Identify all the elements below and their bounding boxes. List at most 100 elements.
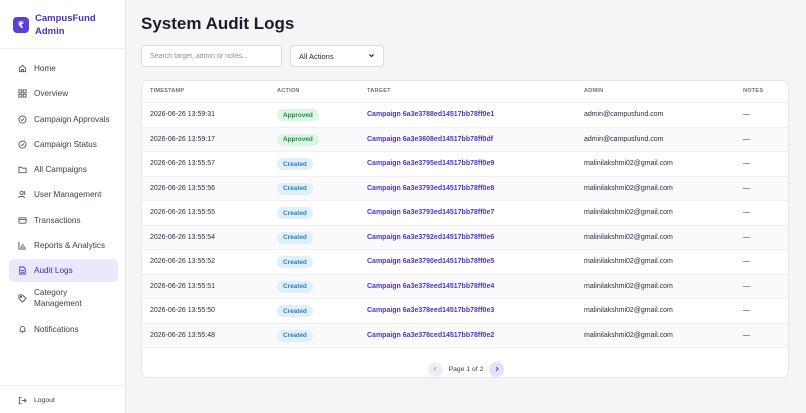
- action-badge: Created: [277, 158, 313, 170]
- logout-button[interactable]: Logout: [18, 396, 55, 405]
- action-badge: Created: [277, 231, 313, 244]
- notes-cell: —: [743, 331, 750, 339]
- column-header-admin: ADMIN: [584, 88, 604, 94]
- table-row: 2026-06-26 13:55:52 Created Campaign 6a3e3…: [142, 250, 788, 275]
- notes-cell: —: [743, 111, 750, 118]
- sidebar-item-overview[interactable]: Overview: [9, 82, 118, 105]
- sidebar-item-home[interactable]: Home: [9, 57, 118, 80]
- notes-cell: —: [743, 135, 750, 143]
- chevron-down-icon: [368, 52, 375, 61]
- bar-chart-icon: [18, 241, 27, 250]
- brand[interactable]: ₹ CampusFund Admin: [13, 12, 118, 38]
- admin-cell: malinilakshmi02@gmail.com: [584, 282, 673, 290]
- admin-cell: malinilakshmi02@gmail.com: [584, 184, 673, 192]
- brand-name: CampusFund Admin: [35, 12, 96, 38]
- chevron-left-icon: [433, 366, 437, 372]
- table-row: 2026-06-26 13:59:31 Approved Campaign 6a3e…: [142, 103, 788, 128]
- table-row: 2026-06-26 13:55:54 Created Campaign 6a3e3…: [142, 225, 788, 250]
- brand-name-line2: Admin: [35, 26, 65, 37]
- target-link[interactable]: Campaign 6a3e378eed14517bb78ff0e4: [367, 283, 494, 290]
- admin-cell: malinilakshmi02@gmail.com: [584, 258, 673, 265]
- timestamp-cell: 2026-06-26 13:55:50: [150, 307, 215, 314]
- sidebar-item-campaign-status[interactable]: Campaign Status: [9, 133, 118, 156]
- sidebar-item-all-campaigns[interactable]: All Campaigns: [9, 158, 118, 181]
- timestamp-cell: 2026-06-26 13:55:57: [150, 160, 215, 167]
- main-content: System Audit Logs All Actions TIMESTAMP …: [126, 0, 806, 413]
- target-link[interactable]: Campaign 6a3e3792ed14517bb78ff0e6: [367, 234, 494, 241]
- timestamp-cell: 2026-06-26 13:55:52: [150, 258, 215, 265]
- timestamp-cell: 2026-06-26 13:55:55: [150, 209, 215, 216]
- label-line: Management: [34, 299, 82, 309]
- audit-log-table: TIMESTAMP ACTION TARGET ADMIN NOTES 2026…: [141, 80, 789, 378]
- admin-cell: malinilakshmi02@gmail.com: [584, 233, 673, 241]
- action-badge: Created: [277, 329, 313, 342]
- tag-icon: [18, 294, 27, 303]
- admin-cell: admin@campusfund.com: [584, 135, 664, 143]
- folder-icon: [18, 165, 27, 174]
- search-input[interactable]: [141, 45, 282, 67]
- table-row: 2026-06-26 13:55:55 Created Campaign 6a3e3…: [142, 201, 788, 226]
- timestamp-cell: 2026-06-26 13:59:17: [150, 135, 215, 143]
- action-badge: Created: [277, 207, 313, 219]
- grid-icon: [18, 89, 27, 98]
- action-badge: Created: [277, 256, 313, 268]
- notes-cell: —: [743, 160, 750, 167]
- target-link[interactable]: Campaign 6a3e378ced14517bb78ff0e2: [367, 332, 494, 339]
- action-badge: Created: [277, 182, 313, 195]
- sidebar-item-label: Home: [34, 64, 56, 73]
- sidebar-item-label: Campaign Status: [34, 139, 97, 149]
- target-link[interactable]: Campaign 6a3e3793ed14517bb78ff0e8: [367, 185, 494, 192]
- sidebar-item-label: Campaign Approvals: [34, 114, 110, 124]
- action-badge: Approved: [277, 109, 319, 121]
- target-link[interactable]: Campaign 6a3e3793ed14517bb78ff0e7: [367, 209, 494, 216]
- notes-cell: —: [743, 233, 750, 241]
- chevron-right-icon: [495, 366, 499, 372]
- action-badge: Created: [277, 280, 313, 293]
- sidebar-item-campaign-approvals[interactable]: Campaign Approvals: [9, 108, 118, 131]
- sidebar-item-audit-logs[interactable]: Audit Logs: [9, 259, 118, 283]
- target-link[interactable]: Campaign 6a3e3608ed14517bb78ff0df: [367, 136, 493, 143]
- pagination: Page 1 of 2: [142, 361, 788, 377]
- timestamp-cell: 2026-06-26 13:55:56: [150, 184, 215, 192]
- next-page-button[interactable]: [489, 361, 505, 377]
- admin-cell: admin@campusfund.com: [584, 111, 664, 118]
- logout-icon: [18, 396, 27, 405]
- prev-page-button[interactable]: [427, 361, 443, 377]
- bell-icon: [18, 325, 27, 334]
- sidebar-item-reports-analytics[interactable]: Reports & Analytics: [9, 234, 118, 257]
- sidebar-item-notifications[interactable]: Notifications: [9, 318, 118, 341]
- check-circle-icon: [18, 140, 27, 149]
- column-header-target: TARGET: [367, 88, 391, 94]
- rupee-logo-icon: ₹: [13, 17, 29, 33]
- target-link[interactable]: Campaign 6a3e378eed14517bb78ff0e3: [367, 307, 494, 314]
- sidebar-item-transactions[interactable]: Transactions: [9, 209, 118, 232]
- logout-label: Logout: [34, 397, 55, 404]
- document-icon: [18, 266, 27, 275]
- page-title: System Audit Logs: [141, 14, 295, 33]
- sidebar-item-category-management[interactable]: Category Management: [9, 285, 118, 312]
- home-icon: [18, 64, 27, 73]
- check-circle-icon: [18, 115, 27, 124]
- table-row: 2026-06-26 13:55:50 Created Campaign 6a3e3…: [142, 299, 788, 324]
- table-row: 2026-06-26 13:59:17 Approved Campaign 6a3e…: [142, 127, 788, 152]
- brand-name-line1: CampusFund: [35, 13, 96, 24]
- action-filter-value: All Actions: [299, 51, 334, 61]
- table-row: 2026-06-26 13:55:56 Created Campaign 6a3e3…: [142, 176, 788, 201]
- table-row: 2026-06-26 13:55:57 Created Campaign 6a3e3…: [142, 152, 788, 177]
- target-link[interactable]: Campaign 6a3e3790ed14517bb78ff0e5: [367, 258, 494, 265]
- sidebar-item-label: Category Management: [34, 287, 82, 309]
- divider: [0, 48, 126, 49]
- page-indicator: Page 1 of 2: [448, 365, 484, 373]
- sidebar-item-user-management[interactable]: User Management: [9, 183, 118, 206]
- sidebar-item-label: Notifications: [34, 324, 79, 334]
- timestamp-cell: 2026-06-26 13:55:54: [150, 233, 215, 241]
- action-filter-select[interactable]: All Actions: [290, 45, 384, 67]
- target-link[interactable]: Campaign 6a3e3788ed14517bb78ff0e1: [367, 111, 494, 118]
- target-link[interactable]: Campaign 6a3e3795ed14517bb78ff0e9: [367, 160, 494, 167]
- sidebar-item-label: Transactions: [34, 215, 81, 225]
- notes-cell: —: [743, 307, 750, 314]
- admin-cell: malinilakshmi02@gmail.com: [584, 331, 673, 339]
- notes-cell: —: [743, 209, 750, 216]
- label-line: Category: [34, 288, 68, 298]
- action-badge: Approved: [277, 133, 319, 146]
